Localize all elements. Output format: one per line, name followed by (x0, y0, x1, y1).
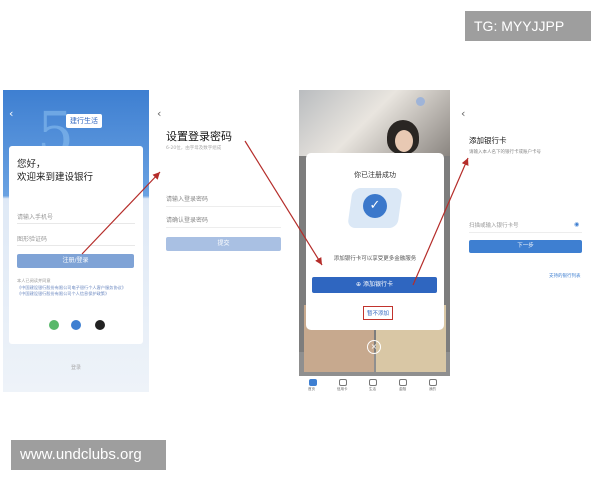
footer-text: 登录 (71, 365, 82, 371)
banner-photo (299, 90, 450, 156)
modal-message: 添加银行卡可以享受更多金融服务 (333, 256, 417, 262)
tab-home-icon[interactable] (309, 379, 317, 386)
checkmark-icon: ✓ (363, 194, 387, 218)
person-face (395, 130, 413, 152)
back-arrow-icon[interactable]: ‹ (157, 107, 161, 120)
tab-life-icon[interactable] (369, 379, 377, 386)
login-card: 您好， 欢迎来到建设银行 请输入手机号 图形验证码 注册/登录 本人已阅读并同意… (9, 146, 143, 344)
supported-banks-link[interactable]: 支持的银行列表 (549, 273, 581, 279)
tab-label-home: 首页 (308, 387, 315, 391)
page-title: 添加银行卡 (469, 136, 507, 145)
back-arrow-icon[interactable]: ‹ (9, 107, 13, 120)
card-number-input[interactable]: 扫描或输入银行卡号 (469, 221, 582, 233)
add-bank-card-screen: ‹ 添加银行卡 请输入本人名下的银行卡或账户卡号 扫描或输入银行卡号 ◉ 下一步… (459, 90, 592, 392)
app-badge: 建行生活 (66, 114, 102, 128)
welcome-login-screen: ‹ 5 建行生活 您好， 欢迎来到建设银行 请输入手机号 图形验证码 注册/登录… (3, 90, 149, 392)
registration-success-screen: 首页 信用卡 生活 金融 我的 你已注册成功 ✓ 添加银行卡可以享受更多金融服务… (299, 90, 450, 392)
back-arrow-icon[interactable]: ‹ (461, 107, 465, 120)
modal-title: 你已注册成功 (354, 171, 396, 179)
page-title: 设置登录密码 (166, 130, 232, 143)
skip-add-link[interactable]: 暂不添加 (363, 306, 394, 320)
confirm-password-input[interactable]: 请确认登录密码 (166, 215, 281, 228)
profile-icon[interactable] (416, 97, 425, 106)
card-hint: 请输入本人名下的银行卡或账户卡号 (469, 150, 541, 155)
wechat-icon[interactable] (49, 320, 59, 330)
password-hint: 6-20位，由字母及数字组成 (166, 146, 222, 151)
tab-card-icon[interactable] (339, 379, 347, 386)
camera-scan-icon[interactable]: ◉ (574, 221, 579, 228)
tab-mine-icon[interactable] (429, 379, 437, 386)
set-password-screen: ‹ 设置登录密码 6-20位，由字母及数字组成 请输入登录密码 请确认登录密码 … (155, 90, 290, 392)
agreement-text: 本人已阅读并同意 《中国建设银行股份有限公司电子银行个人客户服务协议》 《中国建… (17, 278, 137, 298)
agreement-link-2[interactable]: 《中国建设银行股份有限公司个人信息保护政策》 (17, 291, 137, 298)
add-bank-card-button[interactable]: ⊕ 添加银行卡 (312, 277, 437, 293)
captcha-input[interactable]: 图形验证码 (17, 234, 135, 246)
watermark-site: www.undclubs.org (11, 440, 166, 470)
tab-label-finance: 金融 (399, 387, 406, 391)
tab-finance-icon[interactable] (399, 379, 407, 386)
apple-icon[interactable] (95, 320, 105, 330)
success-modal: 你已注册成功 ✓ 添加银行卡可以享受更多金融服务 ⊕ 添加银行卡 暂不添加 (306, 153, 444, 330)
close-modal-icon[interactable]: × (367, 340, 381, 354)
tab-label-life: 生活 (369, 387, 376, 391)
tab-label-card: 信用卡 (337, 387, 348, 391)
register-login-button[interactable]: 注册/登录 (17, 254, 134, 268)
submit-button[interactable]: 提交 (166, 237, 281, 251)
tab-label-mine: 我的 (429, 387, 436, 391)
password-input[interactable]: 请输入登录密码 (166, 194, 281, 207)
next-button[interactable]: 下一步 (469, 240, 582, 253)
greeting: 您好， 欢迎来到建设银行 (17, 158, 93, 184)
greeting-line-1: 您好， (17, 159, 46, 170)
phone-input[interactable]: 请输入手机号 (17, 212, 135, 224)
greeting-line-2: 欢迎来到建设银行 (17, 172, 94, 183)
bank-icon[interactable] (71, 320, 81, 330)
bottom-tab-bar: 首页 信用卡 生活 金融 我的 (299, 376, 450, 392)
watermark-telegram: TG: MYYJJPP (465, 11, 591, 41)
